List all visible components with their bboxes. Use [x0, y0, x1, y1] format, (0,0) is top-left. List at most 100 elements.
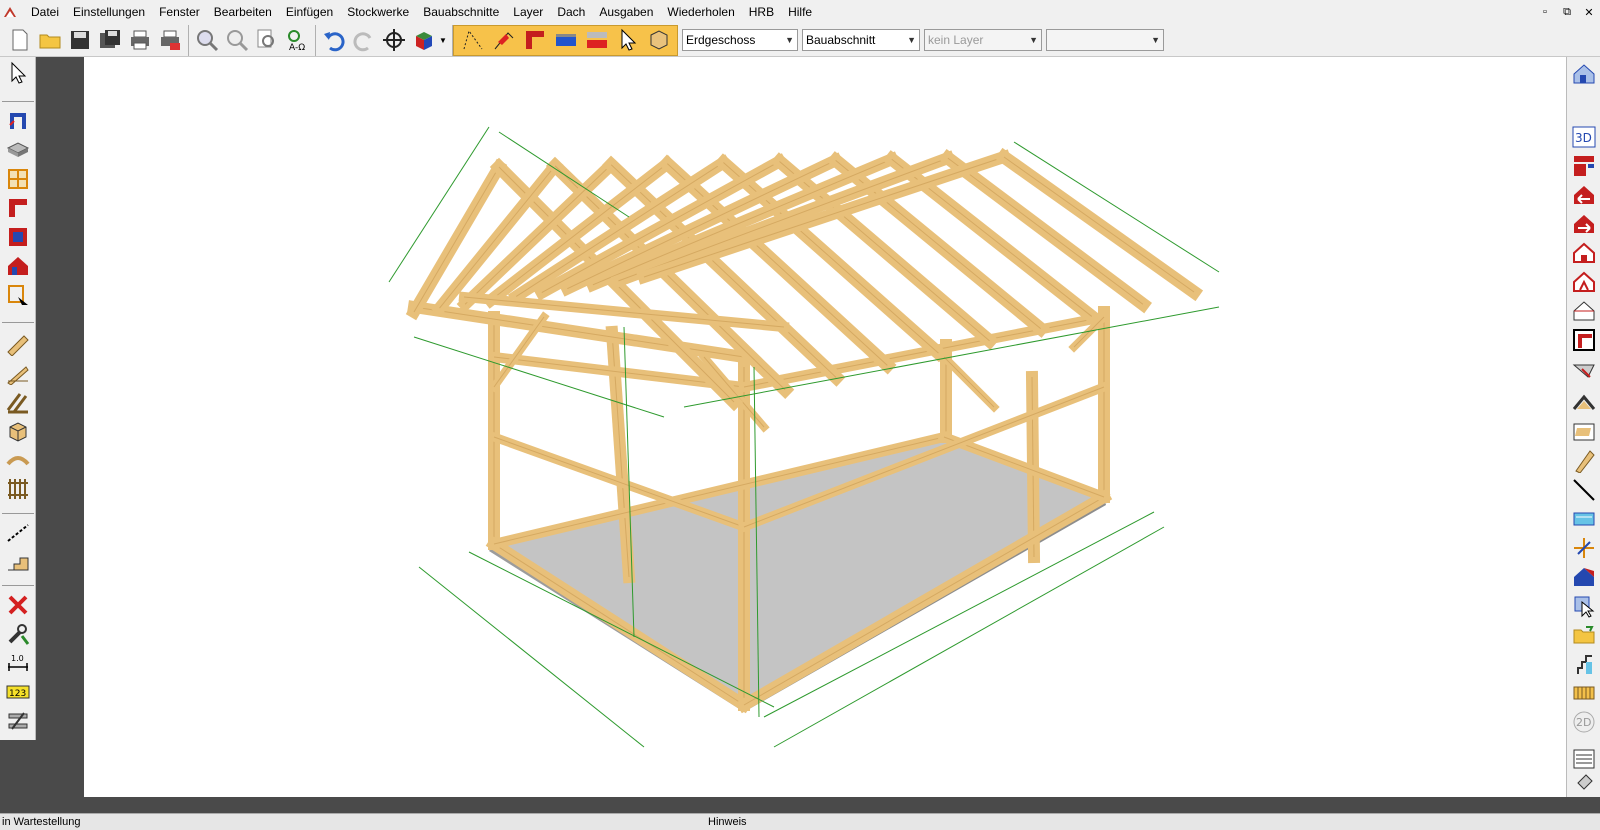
slab-tool-button[interactable] — [3, 136, 33, 164]
section-select-value: Bauabschnitt — [806, 33, 876, 47]
save-all-button[interactable] — [95, 25, 125, 55]
board-edit-button[interactable] — [1569, 418, 1599, 446]
dimension-tool-button[interactable]: 1.0 — [3, 649, 33, 677]
select-wall-icon — [525, 31, 544, 49]
menu-hilfe[interactable]: Hilfe — [781, 0, 819, 24]
roof-edit-button[interactable] — [1569, 389, 1599, 417]
select-area-button[interactable] — [550, 25, 581, 55]
view-2d-button[interactable]: 2D — [1569, 708, 1599, 736]
section-view-button[interactable] — [1569, 326, 1599, 354]
color-cube-button[interactable] — [409, 25, 439, 55]
roof-tool-button[interactable] — [3, 194, 33, 222]
open-project-button[interactable] — [1569, 621, 1599, 649]
timber-block-button[interactable] — [3, 417, 33, 445]
select-pointer-button[interactable] — [612, 25, 643, 55]
new-file-button[interactable] — [5, 25, 35, 55]
select-wall-button[interactable] — [519, 25, 550, 55]
select-layer-button[interactable] — [581, 25, 612, 55]
house-left-button[interactable] — [1569, 181, 1599, 209]
house-right-button[interactable] — [1569, 210, 1599, 238]
menu-hrb[interactable]: HRB — [742, 0, 781, 24]
select-roof-button[interactable] — [488, 25, 519, 55]
floor-select[interactable]: Erdgeschoss ▼ — [682, 29, 798, 51]
restore-button[interactable]: ⧉ — [1556, 6, 1578, 19]
arch-tool-button[interactable] — [3, 446, 33, 474]
object-tool-button[interactable] — [3, 281, 33, 309]
menu-layer[interactable]: Layer — [506, 0, 550, 24]
menu-ausgaben[interactable]: Ausgaben — [592, 0, 660, 24]
house-view-button[interactable] — [1569, 60, 1599, 88]
dashed-line-icon — [7, 524, 29, 542]
3d-viewport[interactable] — [84, 57, 1566, 797]
print-pdf-button[interactable] — [155, 25, 185, 55]
delete-x-icon — [8, 595, 28, 615]
eraser-button[interactable] — [1569, 771, 1599, 791]
floor-plan-button[interactable] — [1569, 152, 1599, 180]
undo-button[interactable] — [319, 25, 349, 55]
menu-stockwerke[interactable]: Stockwerke — [340, 0, 416, 24]
section-select[interactable]: Bauabschnitt ▼ — [802, 29, 920, 51]
menu-bauabschnitte[interactable]: Bauabschnitte — [416, 0, 506, 24]
wall-tool-button[interactable] — [3, 107, 33, 135]
open-folder-icon — [39, 34, 61, 49]
railing-button[interactable] — [1569, 679, 1599, 707]
menu-fenster[interactable]: Fenster — [152, 0, 207, 24]
truss-tool-button[interactable] — [3, 388, 33, 416]
minimize-button[interactable]: ▫ — [1534, 6, 1556, 18]
room-tool-button[interactable] — [3, 223, 33, 251]
numbering-tool-button[interactable]: 123 — [3, 678, 33, 706]
diagonal-line-button[interactable] — [1569, 476, 1599, 504]
floor-select-value: Erdgeschoss — [686, 33, 756, 47]
tools-button[interactable] — [3, 620, 33, 648]
stairs-view-button[interactable] — [1569, 650, 1599, 678]
house-outline-button[interactable] — [1569, 297, 1599, 325]
select-frame-button[interactable] — [457, 25, 488, 55]
pointer-tool-button[interactable] — [3, 59, 33, 87]
window-tool-button[interactable] — [3, 165, 33, 193]
plank-edit-button[interactable] — [1569, 447, 1599, 475]
menu-wiederholen[interactable]: Wiederholen — [660, 0, 741, 24]
menu-datei[interactable]: Datei — [24, 0, 66, 24]
app-logo-icon[interactable] — [2, 3, 20, 21]
close-button[interactable]: ✕ — [1578, 6, 1600, 19]
cursor-copy-button[interactable] — [1569, 592, 1599, 620]
print-button[interactable] — [125, 25, 155, 55]
timber-frame-model[interactable] — [84, 57, 1566, 797]
roof-view-button[interactable] — [1569, 355, 1599, 383]
crosshair-icon — [383, 29, 405, 51]
view-3d-button[interactable]: 3D — [1569, 123, 1599, 151]
properties-tool-button[interactable] — [3, 707, 33, 735]
extra-select[interactable]: ▼ — [1046, 29, 1164, 51]
zoom-page-button[interactable] — [252, 25, 282, 55]
stairs-tool-button[interactable] — [3, 548, 33, 576]
save-button[interactable] — [65, 25, 95, 55]
delete-button[interactable] — [3, 591, 33, 619]
beam-tool-button[interactable] — [3, 330, 33, 358]
find-replace-button[interactable]: A-Ω — [282, 25, 312, 55]
zoom-out-button[interactable] — [222, 25, 252, 55]
color-dropdown-arrow[interactable]: ▼ — [439, 36, 449, 45]
top-plate-side-edge — [743, 316, 1105, 388]
line-tool-button[interactable] — [3, 519, 33, 547]
main-toolbar: A-Ω ▼ Erdgeschoss ▼ Bauabschnitt ▼ kein … — [0, 24, 1600, 57]
menu-einstellungen[interactable]: Einstellungen — [66, 0, 152, 24]
house-back-button[interactable] — [1569, 268, 1599, 296]
panel-edit-button[interactable] — [1569, 505, 1599, 533]
menu-bearbeiten[interactable]: Bearbeiten — [207, 0, 279, 24]
rafter-tool-button[interactable] — [3, 359, 33, 387]
stud-tool-button[interactable] — [3, 475, 33, 503]
house-front-button[interactable] — [1569, 239, 1599, 267]
house-tool-button[interactable] — [3, 252, 33, 280]
redo-button[interactable] — [349, 25, 379, 55]
truss-icon — [6, 393, 28, 414]
snap-point-button[interactable] — [379, 25, 409, 55]
open-file-button[interactable] — [35, 25, 65, 55]
menu-dach[interactable]: Dach — [550, 0, 592, 24]
railing-icon — [1573, 686, 1595, 700]
zoom-in-button[interactable] — [192, 25, 222, 55]
select-3d-button[interactable] — [643, 25, 674, 55]
house-blue-button[interactable] — [1569, 563, 1599, 591]
axis-button[interactable] — [1569, 534, 1599, 562]
menu-einfuegen[interactable]: Einfügen — [279, 0, 340, 24]
layer-select[interactable]: kein Layer ▼ — [924, 29, 1042, 51]
